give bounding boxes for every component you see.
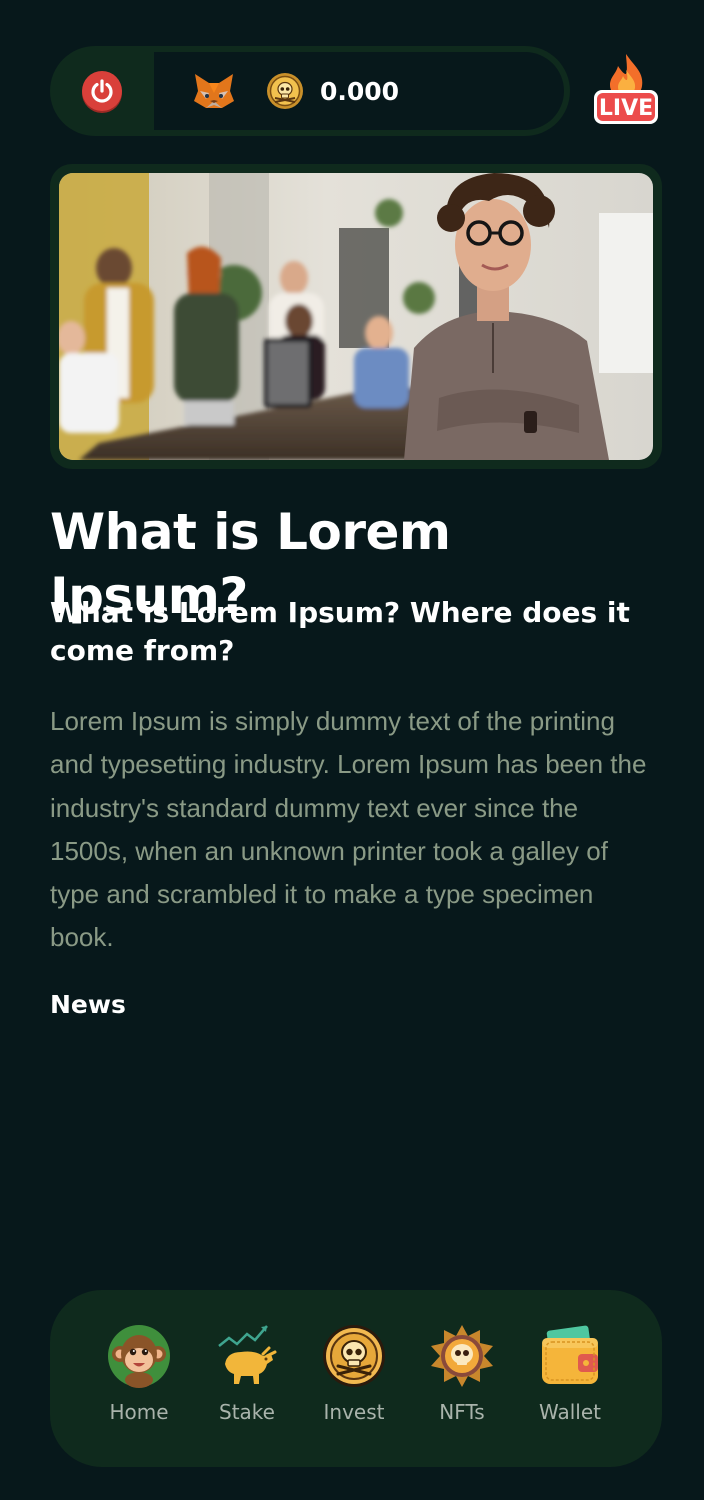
page-subtitle: What is Lorem Ipsum? Where does it come … bbox=[50, 596, 630, 667]
nav-label-wallet: Wallet bbox=[538, 1400, 601, 1424]
live-fire-icon[interactable]: LIVE bbox=[590, 52, 662, 132]
body-paragraph: Lorem Ipsum is simply dummy text of the … bbox=[50, 706, 647, 953]
wallet-icon bbox=[542, 1325, 598, 1384]
nav-item-nfts[interactable]: NFTs bbox=[412, 1324, 512, 1424]
nav-label-invest: Invest bbox=[323, 1400, 385, 1424]
nav-label-stake: Stake bbox=[219, 1400, 275, 1424]
monkey-icon bbox=[108, 1325, 170, 1388]
nav-label-home: Home bbox=[109, 1400, 169, 1424]
logout-button[interactable] bbox=[50, 46, 154, 136]
nav-item-wallet[interactable]: Wallet bbox=[520, 1324, 620, 1424]
hero-card bbox=[50, 164, 662, 469]
skull-coin-icon bbox=[267, 73, 303, 109]
nav-item-stake[interactable]: Stake bbox=[197, 1324, 297, 1424]
metamask-fox-icon[interactable] bbox=[192, 71, 236, 111]
nav-item-home[interactable]: Home bbox=[89, 1324, 189, 1424]
news-section-heading: News bbox=[50, 990, 126, 1019]
nav-item-invest[interactable]: Invest bbox=[304, 1324, 404, 1424]
bottom-navigation: Home Stake Invest NFTs Wallet bbox=[50, 1290, 662, 1467]
power-icon bbox=[82, 71, 122, 111]
skull-badge-icon bbox=[431, 1325, 493, 1387]
live-badge-text: LIVE bbox=[599, 96, 653, 121]
nav-label-nfts: NFTs bbox=[439, 1400, 485, 1424]
app-screen: 0.000 LIVE What is Lorem Ipsum? What is … bbox=[0, 0, 704, 1500]
skull-coin-icon bbox=[323, 1325, 385, 1387]
top-bar: 0.000 bbox=[50, 46, 570, 136]
token-balance: 0.000 bbox=[320, 76, 400, 106]
bull-chart-icon bbox=[218, 1325, 277, 1384]
hero-image bbox=[59, 173, 653, 460]
wallet-balance-pill[interactable]: 0.000 bbox=[154, 52, 564, 130]
